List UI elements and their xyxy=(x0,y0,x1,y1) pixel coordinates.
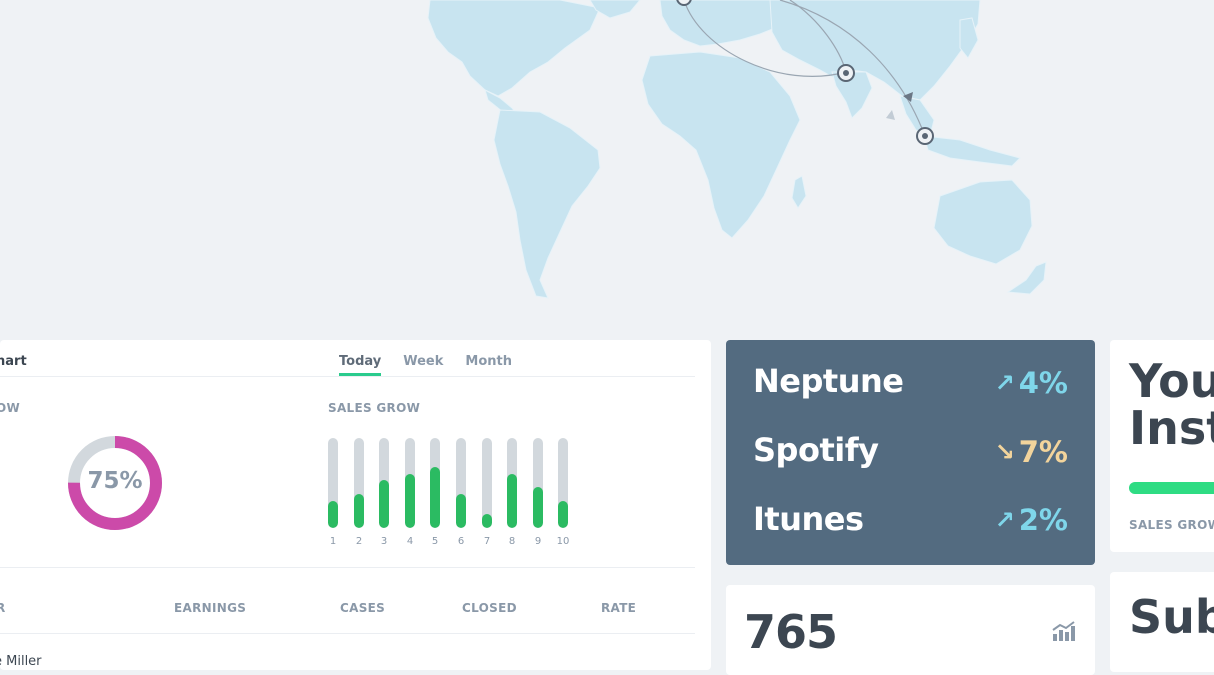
world-map xyxy=(0,0,1214,330)
stat-value: 7% xyxy=(1018,435,1068,469)
income-panel: You Inst SALES GROW xyxy=(1110,340,1214,552)
bar-2 xyxy=(354,494,364,528)
counter-value: 765 xyxy=(744,605,838,659)
trend-chart-icon xyxy=(1052,621,1075,641)
target-marker-singapore[interactable] xyxy=(916,127,934,145)
table-header-cases[interactable]: CASES xyxy=(340,601,385,615)
bar-5 xyxy=(430,467,440,528)
target-marker-india[interactable] xyxy=(837,64,855,82)
table-header-closed[interactable]: CLOSED xyxy=(462,601,517,615)
bar-1 xyxy=(328,501,338,528)
progress-label: SALES GROW xyxy=(1129,518,1214,532)
bar-track xyxy=(430,438,440,528)
period-tabs: Today Week Month xyxy=(339,354,512,376)
donut-section-label: OW xyxy=(0,401,21,415)
x-tick-label: 5 xyxy=(431,536,439,547)
x-tick-label: 3 xyxy=(380,536,388,547)
bar-7 xyxy=(482,514,492,528)
x-tick-label: 2 xyxy=(355,536,363,547)
table-header-cell[interactable]: R xyxy=(0,601,6,615)
stat-name-spotify: Spotify xyxy=(753,431,879,469)
stats-panel: Neptune ↗ 4% Spotify ↘ 7% Itunes ↗ 2% xyxy=(726,340,1095,565)
table-header-earnings[interactable]: EARNINGS xyxy=(174,601,246,615)
stat-value: 2% xyxy=(1018,503,1068,537)
panel-title: hart xyxy=(0,354,27,369)
x-tick-label: 9 xyxy=(534,536,542,547)
progress-fill xyxy=(1129,482,1214,494)
bar-track xyxy=(482,438,492,528)
target-marker-europe[interactable] xyxy=(676,0,692,6)
x-tick-label: 4 xyxy=(406,536,414,547)
stat-name-neptune: Neptune xyxy=(753,362,904,400)
bar-4 xyxy=(405,474,415,528)
bar-9 xyxy=(533,487,543,528)
bar-track xyxy=(558,438,568,528)
arrow-up-icon: ↗ xyxy=(994,506,1015,534)
x-tick-label: 8 xyxy=(508,536,516,547)
donut-percent-label: 75% xyxy=(87,468,143,494)
bar-3 xyxy=(379,480,389,528)
divider xyxy=(0,376,695,377)
x-tick-label: 6 xyxy=(457,536,465,547)
arrow-up-icon: ↗ xyxy=(994,369,1015,397)
panel-heading: You Inst xyxy=(1129,354,1214,455)
bar-track xyxy=(328,438,338,528)
stat-change-itunes: ↗ 2% xyxy=(995,503,1068,537)
stat-name-itunes: Itunes xyxy=(753,500,864,538)
divider xyxy=(0,567,695,568)
panel-heading: Sub xyxy=(1129,590,1214,644)
x-tick-label: 7 xyxy=(483,536,491,547)
bar-track xyxy=(405,438,415,528)
tab-month[interactable]: Month xyxy=(465,354,512,376)
progress-bar xyxy=(1129,482,1214,494)
tab-today[interactable]: Today xyxy=(339,354,382,376)
bar-6 xyxy=(456,494,466,528)
stat-change-spotify: ↘ 7% xyxy=(995,435,1068,469)
bar-10 xyxy=(558,501,568,528)
bar-8 xyxy=(507,474,517,528)
bar-track xyxy=(507,438,517,528)
bar-track xyxy=(456,438,466,528)
divider xyxy=(0,633,695,634)
bar-track xyxy=(533,438,543,528)
table-header-rate[interactable]: RATE xyxy=(601,601,636,615)
subscription-panel: Sub xyxy=(1110,572,1214,672)
bar-track xyxy=(379,438,389,528)
arrow-down-icon: ↘ xyxy=(994,438,1015,466)
stat-value: 4% xyxy=(1018,366,1068,400)
world-map-graphic xyxy=(427,0,1047,299)
sales-chart-panel: hart Today Week Month OW 75% SALES GROW … xyxy=(0,340,711,670)
bar-section-label: SALES GROW xyxy=(328,401,421,415)
stat-change-neptune: ↗ 4% xyxy=(995,366,1068,400)
x-tick-label: 1 xyxy=(329,536,337,547)
x-tick-label: 10 xyxy=(556,536,570,547)
bar-track xyxy=(354,438,364,528)
tab-week[interactable]: Week xyxy=(403,354,443,376)
